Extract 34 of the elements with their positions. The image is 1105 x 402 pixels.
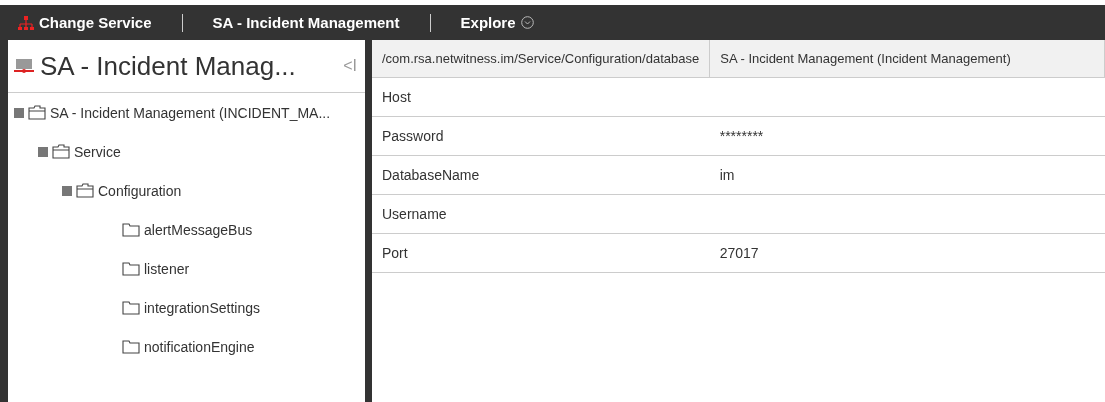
open-folder-icon (28, 105, 46, 120)
tree-item[interactable]: listener (144, 260, 190, 277)
open-folder-icon (76, 183, 94, 198)
collapse-toggle[interactable] (38, 146, 48, 157)
open-folder-icon (52, 144, 70, 159)
network-icon (18, 14, 34, 31)
table-cell: ******** (709, 116, 1105, 156)
menu-item[interactable]: Change Service (39, 14, 152, 31)
service-name: SA - Incident Management (212, 14, 400, 31)
folder-icon (122, 300, 140, 315)
menu-item[interactable]: Explore (460, 14, 516, 31)
folder-icon (122, 222, 140, 237)
table-cell: Password (372, 116, 710, 156)
folder-icon (122, 261, 140, 276)
tree-item[interactable]: integrationSettings (144, 299, 260, 316)
table-cell: Host (372, 77, 710, 117)
tree-item[interactable]: Configuration (98, 182, 182, 199)
tree-item[interactable]: alertMessageBus (144, 221, 253, 238)
tree-item[interactable]: notificationEngine (144, 338, 255, 355)
table-cell: Username (372, 194, 710, 234)
tree-item[interactable]: Service (74, 143, 121, 160)
collapse-toggle[interactable] (62, 185, 72, 196)
column-header: /com.rsa.netwitness.im/Service/Configuration/database (372, 40, 710, 78)
table-cell: 27017 (709, 233, 1105, 273)
table-cell: Port (372, 233, 710, 273)
panel-title: SA - Incident Manag... (40, 50, 297, 82)
folder-icon (122, 339, 140, 354)
chevron-down-icon[interactable] (520, 16, 534, 29)
column-header: SA - Incident Management (Incident Management) (709, 40, 1105, 78)
server-icon (14, 56, 36, 76)
tree-item[interactable]: SA - Incident Management (INCIDENT_MA... (50, 104, 331, 121)
table-cell: im (709, 155, 1105, 195)
table-cell: DatabaseName (372, 155, 710, 195)
collapse-toggle[interactable] (14, 107, 24, 118)
